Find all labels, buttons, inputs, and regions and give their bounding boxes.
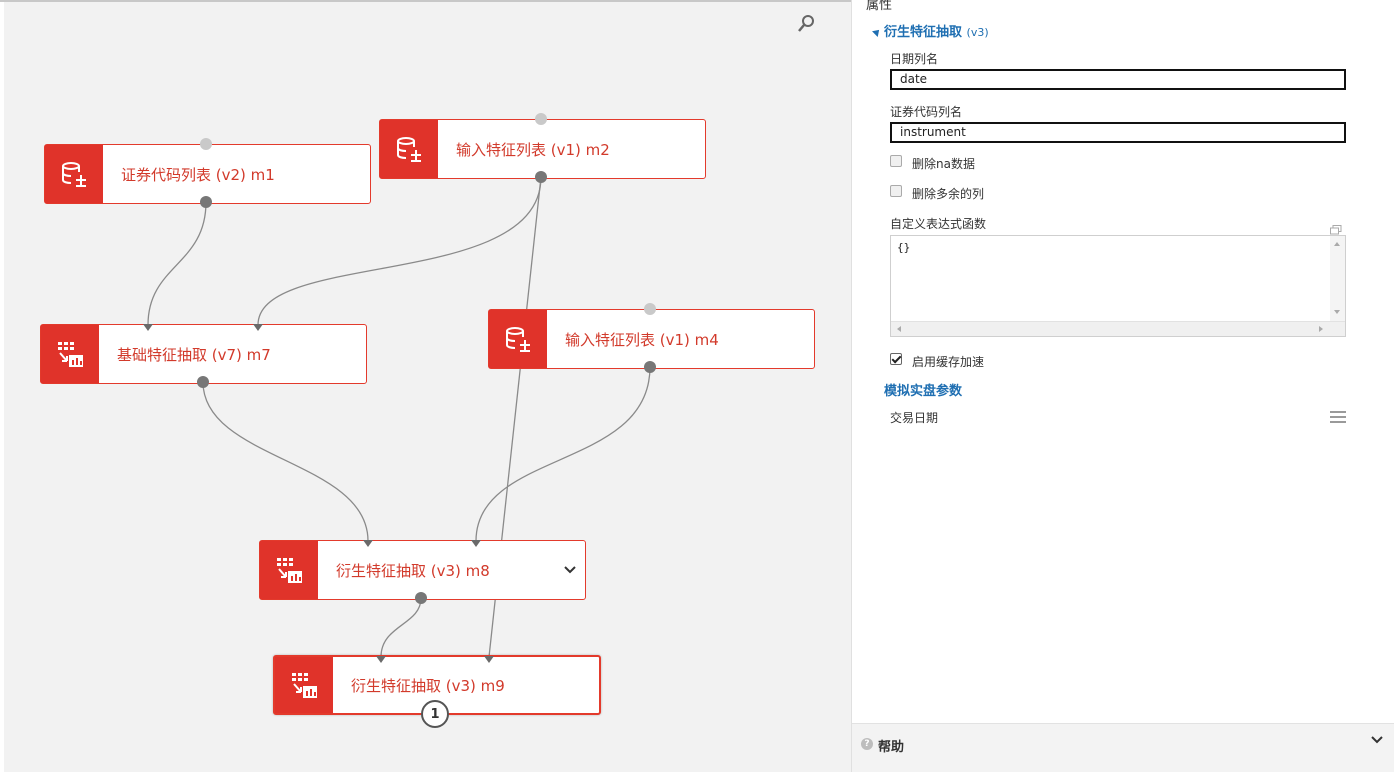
properties-panel: 属性 衍生特征抽取 (v3) 日期列名 date 证券代码列名 instrume…: [851, 0, 1394, 772]
module-label: 证券代码列表 (v2) m1: [121, 165, 275, 184]
module-node-m8[interactable]: 衍生特征抽取 (v3) m8: [259, 540, 586, 600]
input-arrow[interactable]: [471, 540, 481, 547]
wire-m7-m8: [202, 381, 369, 542]
panel-title: 属性: [866, 0, 893, 13]
chevron-down-icon[interactable]: [555, 565, 585, 575]
input-port[interactable]: [644, 303, 656, 315]
input-arrow[interactable]: [143, 324, 153, 331]
input-arrow[interactable]: [253, 324, 263, 331]
horizontal-scrollbar[interactable]: [891, 321, 1345, 336]
module-label: 基础特征抽取 (v7) m7: [117, 345, 271, 364]
help-bar[interactable]: ? 帮助: [852, 723, 1394, 772]
module-node-m7[interactable]: 基础特征抽取 (v7) m7: [40, 324, 367, 384]
editor-content: {}: [897, 241, 911, 254]
output-port[interactable]: [200, 196, 212, 208]
data-source-icon: [380, 120, 438, 178]
data-source-icon: [45, 145, 103, 203]
instrument-col-input[interactable]: instrument: [890, 122, 1346, 143]
wire-m4-m8: [475, 366, 651, 542]
remove-extra-columns-label: 删除多余的列: [912, 187, 985, 201]
menu-icon[interactable]: [1330, 411, 1346, 424]
chevron-down-icon[interactable]: [1370, 732, 1384, 746]
date-col-input[interactable]: date: [890, 69, 1346, 90]
remove-extra-columns-checkbox[interactable]: [890, 185, 902, 197]
input-arrow[interactable]: [376, 656, 386, 663]
input-port[interactable]: [535, 113, 547, 125]
scroll-right-icon[interactable]: [1319, 326, 1323, 332]
wire-m8-m9: [380, 597, 422, 658]
scroll-down-icon[interactable]: [1334, 310, 1340, 314]
data-source-icon: [489, 310, 547, 368]
expand-editor-icon[interactable]: [1330, 220, 1342, 235]
module-node-m2[interactable]: 输入特征列表 (v1) m2: [379, 119, 706, 179]
output-port[interactable]: [197, 376, 209, 388]
vertical-scrollbar[interactable]: [1330, 236, 1345, 322]
output-port[interactable]: [415, 592, 427, 604]
feature-extract-icon: [41, 325, 99, 383]
feature-extract-icon: [260, 541, 318, 599]
module-label: 输入特征列表 (v1) m4: [565, 330, 719, 349]
module-label: 衍生特征抽取 (v3) m8: [336, 561, 490, 580]
enable-cache-label: 启用缓存加速: [912, 355, 985, 369]
collapse-arrow-icon[interactable]: [872, 27, 882, 37]
output-port[interactable]: [535, 171, 547, 183]
help-label: 帮助: [878, 740, 905, 755]
module-label: 衍生特征抽取 (v3) m9: [351, 676, 505, 695]
trade-date-label: 交易日期: [890, 411, 939, 425]
section-title[interactable]: 衍生特征抽取 (v3): [884, 21, 989, 40]
module-node-m4[interactable]: 输入特征列表 (v1) m4: [488, 309, 815, 369]
user-functions-editor[interactable]: {}: [890, 235, 1346, 337]
enable-cache-checkbox[interactable]: [890, 353, 902, 365]
date-col-label: 日期列名: [890, 52, 939, 66]
instrument-col-label: 证券代码列名: [890, 105, 963, 119]
scroll-left-icon[interactable]: [897, 326, 901, 332]
section-version: (v3): [966, 26, 989, 39]
feature-extract-icon: [275, 657, 333, 713]
input-arrow[interactable]: [363, 540, 373, 547]
module-label: 输入特征列表 (v1) m2: [456, 140, 610, 159]
user-functions-label: 自定义表达式函数: [890, 217, 987, 231]
input-arrow[interactable]: [484, 656, 494, 663]
drop-na-label: 删除na数据: [912, 157, 975, 171]
input-port[interactable]: [200, 138, 212, 150]
output-count-badge[interactable]: 1: [421, 700, 449, 728]
wire-m1-m7: [147, 201, 207, 326]
drop-na-checkbox[interactable]: [890, 155, 902, 167]
module-node-m1[interactable]: 证券代码列表 (v2) m1: [44, 144, 371, 204]
section-name: 衍生特征抽取: [884, 25, 963, 40]
help-icon: ?: [861, 738, 873, 750]
simulation-params-title[interactable]: 模拟实盘参数: [884, 380, 962, 399]
search-icon[interactable]: [796, 14, 816, 34]
scroll-up-icon[interactable]: [1334, 242, 1340, 246]
output-port[interactable]: [644, 361, 656, 373]
